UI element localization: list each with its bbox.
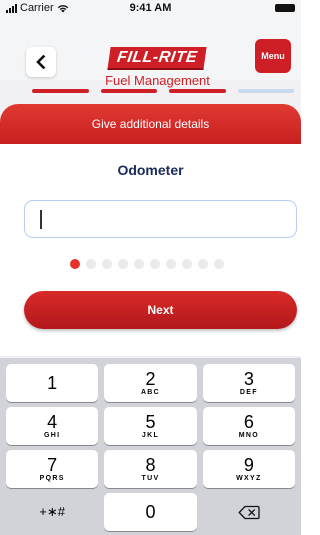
app-header: FILL-RITE Fuel Management Menu <box>0 17 301 88</box>
page-dot <box>214 259 224 269</box>
page-dot <box>150 259 160 269</box>
details-card: Give additional details Odometer Next <box>0 104 301 356</box>
key-symbols[interactable]: +∗# <box>6 493 98 531</box>
key-letters: ABC <box>140 389 161 396</box>
key-5[interactable]: 5 JKL <box>104 407 197 445</box>
card-title: Give additional details <box>0 104 301 144</box>
key-letters: DEF <box>239 389 258 396</box>
key-6[interactable]: 6 MNO <box>202 407 295 445</box>
key-digit: 2 <box>145 369 156 389</box>
logo-wordmark: FILL-RITE <box>107 47 208 70</box>
progress-step <box>32 89 89 93</box>
logo-subtitle: Fuel Management <box>105 73 210 88</box>
menu-button[interactable]: Menu <box>255 39 291 73</box>
next-button[interactable]: Next <box>24 291 297 329</box>
key-digit: 9 <box>243 455 254 475</box>
chevron-left-icon <box>36 55 46 69</box>
key-letters: WXYZ <box>236 475 262 482</box>
key-digit: 6 <box>243 412 254 432</box>
key-symbols-label: +∗# <box>39 504 66 519</box>
key-2[interactable]: 2 ABC <box>104 364 197 402</box>
progress-step <box>237 89 294 93</box>
status-time: 9:41 AM <box>129 2 172 14</box>
page-dot <box>118 259 128 269</box>
backspace-icon <box>238 505 260 519</box>
odometer-input[interactable] <box>24 200 297 238</box>
brand-logo: FILL-RITE Fuel Management <box>100 47 215 88</box>
key-letters: JKL <box>141 432 160 439</box>
progress-step <box>169 89 226 93</box>
status-bar: Carrier 9:41 AM <box>0 0 301 17</box>
key-letters: PQRS <box>39 475 65 482</box>
key-digit: 5 <box>145 412 156 432</box>
key-delete[interactable] <box>203 493 295 531</box>
numeric-keypad: 1 2 ABC 3 DEF 4 GHI 5 JKL 6 MNO 7 PQRS 8… <box>0 358 301 535</box>
back-button[interactable] <box>26 47 56 77</box>
page-dot <box>86 259 96 269</box>
key-digit: 1 <box>47 373 58 393</box>
key-letters: MNO <box>238 432 259 439</box>
key-0[interactable]: 0 <box>104 493 197 531</box>
key-digit: 0 <box>145 502 156 522</box>
key-digit: 7 <box>47 455 58 475</box>
key-digit: 3 <box>243 369 254 389</box>
app-screen: Carrier 9:41 AM FILL-RITE Fuel Managemen… <box>0 0 301 535</box>
key-8[interactable]: 8 TUV <box>104 450 197 488</box>
page-dot <box>102 259 112 269</box>
page-dots <box>70 259 224 269</box>
key-1[interactable]: 1 <box>6 364 99 402</box>
step-progress <box>32 89 294 95</box>
key-letters: GHI <box>43 432 61 439</box>
page-dot <box>134 259 144 269</box>
page-dot <box>198 259 208 269</box>
page-dot <box>182 259 192 269</box>
key-digit: 8 <box>145 455 156 475</box>
battery-icon <box>275 4 295 12</box>
key-4[interactable]: 4 GHI <box>6 407 99 445</box>
key-9[interactable]: 9 WXYZ <box>202 450 295 488</box>
page-dot <box>166 259 176 269</box>
page-dot <box>70 259 80 269</box>
text-caret <box>40 210 42 229</box>
key-7[interactable]: 7 PQRS <box>6 450 99 488</box>
field-label: Odometer <box>117 162 184 178</box>
key-digit: 4 <box>47 412 58 432</box>
progress-step <box>100 89 157 93</box>
key-3[interactable]: 3 DEF <box>202 364 295 402</box>
key-letters: TUV <box>141 475 160 482</box>
